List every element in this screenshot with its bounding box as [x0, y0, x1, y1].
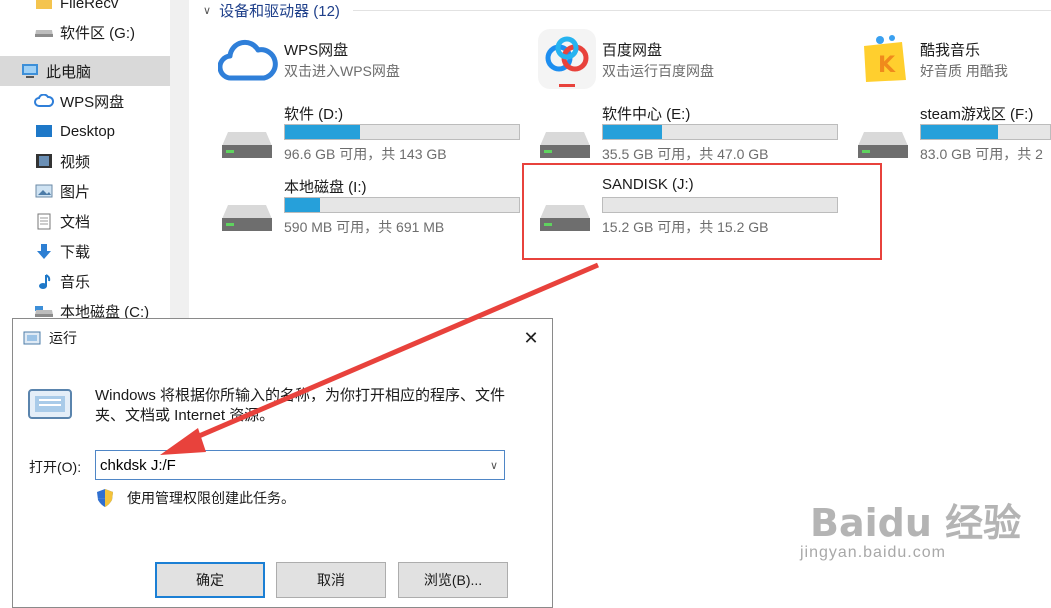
annotation-arrow: [0, 0, 1051, 593]
